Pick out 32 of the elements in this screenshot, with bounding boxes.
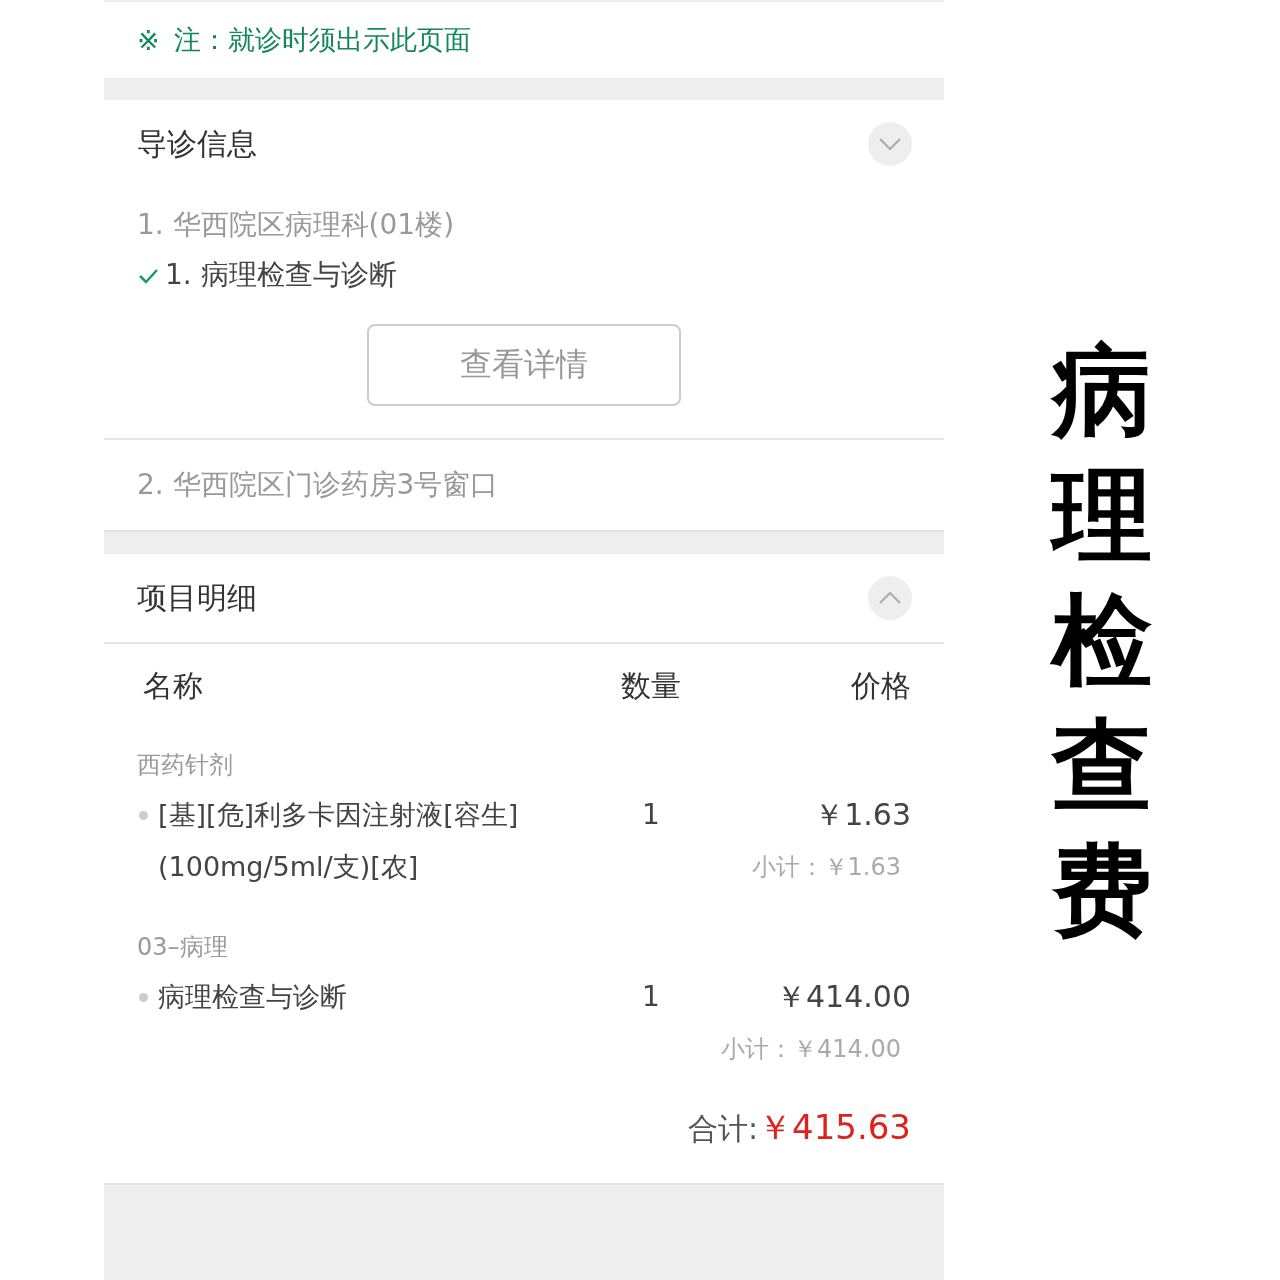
guide-step: 1. 华西院区病理科(01楼) [137, 206, 455, 244]
item-price: ￥414.00 [776, 978, 911, 1016]
collapse-toggle[interactable] [868, 576, 912, 620]
subtotal-value: ￥414.00 [793, 1035, 901, 1063]
total-amount: ￥415.63 [758, 1106, 911, 1149]
column-header: 价格 [850, 667, 911, 705]
notice-mark: ※ [137, 24, 160, 56]
item-quantity: 1 [642, 798, 660, 831]
guide-step: 2. 华西院区门诊药房3号窗口 [137, 466, 499, 504]
group-label: 03–病理 [137, 932, 229, 963]
section-title: 项目明细 [137, 578, 257, 617]
item-price: ￥1.63 [814, 796, 911, 834]
bullet-icon [139, 993, 148, 1002]
subtotal-label: 小计： [721, 1035, 793, 1063]
notice-text: 注：就诊时须出示此页面 [173, 23, 471, 57]
section-title: 导诊信息 [137, 124, 257, 163]
chevron-icon [879, 592, 901, 604]
subtotal-value: ￥1.63 [823, 853, 901, 881]
column-header: 数量 [620, 667, 682, 705]
chevron-icon [879, 138, 901, 150]
column-header: 名称 [142, 667, 204, 705]
item-quantity: 1 [642, 980, 660, 1013]
bullet-icon [139, 811, 148, 820]
total-label: 合计: [687, 1110, 759, 1148]
banner-title: 病理检查费 [1052, 330, 1152, 951]
collapse-toggle[interactable] [868, 122, 912, 166]
guide-substep: 1. 病理检查与诊断 [165, 257, 397, 293]
subtotal-label: 小计： [751, 853, 824, 881]
item-name: 病理检查与诊断 [158, 980, 347, 1014]
details-button[interactable]: 查看详情 [367, 324, 681, 406]
group-label: 西药针剂 [137, 750, 234, 781]
item-name: [基][危]利多卡因注射液[容生](100mg/5ml/支)[农] [158, 798, 520, 884]
